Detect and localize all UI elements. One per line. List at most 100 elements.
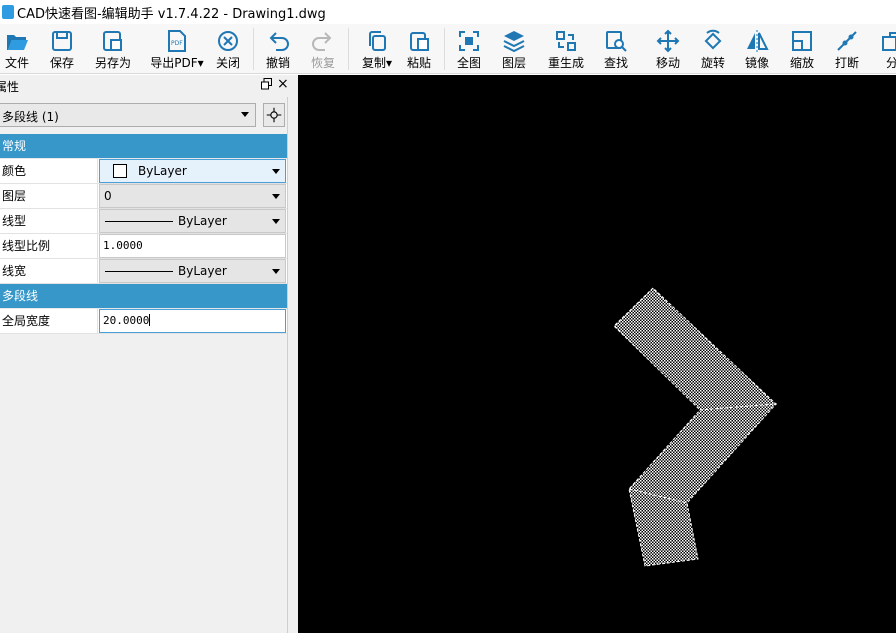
app-logo-icon <box>2 5 14 19</box>
copy-icon <box>369 31 386 51</box>
properties-panel: 属性 × 多段线 (1) 常规 颜色 ByLayer 图层 0 线型 ByLay… <box>0 75 289 633</box>
lineweight-preview <box>105 271 173 272</box>
panel-header: 属性 × <box>0 75 289 97</box>
property-row-global-width: 全局宽度 20.0000 <box>0 309 287 334</box>
global-width-input[interactable]: 20.0000 <box>99 309 286 333</box>
property-label: 线型 <box>0 209 98 233</box>
section-polyline[interactable]: 多段线 <box>0 284 287 309</box>
svg-text:PDF: PDF <box>171 40 183 47</box>
object-selector-value: 多段线 (1) <box>2 110 59 124</box>
property-row-linetype-scale: 线型比例 1.0000 <box>0 234 287 259</box>
undo-icon <box>269 32 289 51</box>
mirror-label: 镜像 <box>744 56 769 70</box>
linetype-scale-input[interactable]: 1.0000 <box>99 234 286 258</box>
undo-label: 撤销 <box>265 56 290 70</box>
save-as-icon <box>103 31 122 51</box>
paste-button[interactable]: 粘贴 <box>403 24 435 74</box>
close-circle-icon <box>218 31 238 51</box>
export-pdf-label: 导出PDF▾ <box>150 56 204 70</box>
lineweight-dropdown[interactable]: ByLayer <box>99 259 286 283</box>
drawing-canvas[interactable] <box>298 75 896 633</box>
redo-label: 恢复 <box>310 56 335 70</box>
window-title: CAD快速看图-编辑助手 v1.7.4.22 - Drawing1.dwg <box>17 7 326 22</box>
move-icon <box>656 29 680 53</box>
layers-icon <box>503 31 525 53</box>
property-label: 线型比例 <box>0 234 98 258</box>
regenerate-icon <box>556 31 576 51</box>
selected-polyline[interactable] <box>613 287 778 567</box>
polyline-segment[interactable] <box>628 403 778 504</box>
linetype-dropdown[interactable]: ByLayer <box>99 209 286 233</box>
paste-icon <box>410 32 429 51</box>
close-label: 关闭 <box>215 56 240 70</box>
redo-icon <box>312 32 332 51</box>
lineweight-value: ByLayer <box>178 264 227 278</box>
save-button[interactable]: 保存 <box>44 24 80 74</box>
property-label: 颜色 <box>0 159 98 183</box>
panel-close-icon[interactable]: × <box>277 76 289 92</box>
property-row-color: 颜色 ByLayer <box>0 159 287 184</box>
property-row-linetype: 线型 ByLayer <box>0 209 287 234</box>
redo-button[interactable]: 恢复 <box>307 24 339 74</box>
toolbar-divider <box>348 28 349 70</box>
panel-splitter[interactable] <box>288 75 298 633</box>
crosshair-icon <box>266 107 282 123</box>
find-button[interactable]: 查找 <box>600 24 632 74</box>
mirror-button[interactable]: 镜像 <box>740 24 774 74</box>
property-label: 全局宽度 <box>0 309 98 333</box>
color-dropdown[interactable]: ByLayer <box>99 159 286 183</box>
rotate-label: 旋转 <box>700 56 725 70</box>
object-selector-dropdown[interactable]: 多段线 (1) <box>0 103 256 127</box>
partial-button[interactable]: 分 <box>875 24 896 74</box>
chevron-down-icon <box>272 219 280 224</box>
color-swatch <box>113 164 127 178</box>
rotate-icon <box>704 29 722 50</box>
layers-button[interactable]: 图层 <box>498 24 530 74</box>
regen-button[interactable]: 重生成 <box>545 24 587 74</box>
folder-open-icon <box>7 35 28 50</box>
scale-button[interactable]: 缩放 <box>785 24 819 74</box>
pdf-icon: PDF <box>168 30 186 52</box>
file-label: 文件 <box>4 56 29 70</box>
break-icon <box>837 31 857 51</box>
chevron-down-icon <box>241 112 249 117</box>
property-label: 线宽 <box>0 259 98 283</box>
file-button[interactable]: 文件 <box>0 24 34 74</box>
undo-button[interactable]: 撤销 <box>262 24 294 74</box>
layer-value: 0 <box>104 189 112 203</box>
toolbar-divider <box>444 28 445 70</box>
rotate-button[interactable]: 旋转 <box>696 24 730 74</box>
panel-title: 属性 <box>0 80 20 94</box>
break-label: 打断 <box>834 56 859 70</box>
move-label: 移动 <box>655 56 680 70</box>
save-label: 保存 <box>49 56 74 70</box>
break-button[interactable]: 打断 <box>830 24 864 74</box>
scale-label: 缩放 <box>789 56 814 70</box>
drawing-viewport <box>613 287 778 567</box>
find-icon <box>606 31 627 52</box>
layer-dropdown[interactable]: 0 <box>99 184 286 208</box>
polyline-segment[interactable] <box>613 287 778 411</box>
chevron-down-icon <box>272 269 280 274</box>
property-row-layer: 图层 0 <box>0 184 287 209</box>
linetype-value: ByLayer <box>178 214 227 228</box>
full-view-label: 全图 <box>456 56 481 70</box>
section-general[interactable]: 常规 <box>0 134 287 159</box>
move-button[interactable]: 移动 <box>651 24 685 74</box>
export-pdf-button[interactable]: PDF 导出PDF▾ <box>148 24 206 74</box>
save-as-button[interactable]: 另存为 <box>90 24 136 74</box>
copy-button[interactable]: 复制▾ <box>357 24 397 74</box>
mirror-icon <box>747 30 769 53</box>
property-grid: 常规 颜色 ByLayer 图层 0 线型 ByLayer 线型比例 1.000… <box>0 134 287 334</box>
scale-icon <box>792 31 812 51</box>
paste-label: 粘贴 <box>406 56 431 70</box>
copy-label: 复制▾ <box>361 56 393 70</box>
property-row-lineweight: 线宽 ByLayer <box>0 259 287 284</box>
global-width-value: 20.0000 <box>103 314 150 327</box>
split-icon <box>882 32 896 51</box>
full-view-button[interactable]: 全图 <box>453 24 485 74</box>
float-window-icon[interactable] <box>261 78 272 90</box>
close-button[interactable]: 关闭 <box>211 24 245 74</box>
quick-select-button[interactable] <box>263 103 285 127</box>
partial-label: 分 <box>885 56 896 70</box>
